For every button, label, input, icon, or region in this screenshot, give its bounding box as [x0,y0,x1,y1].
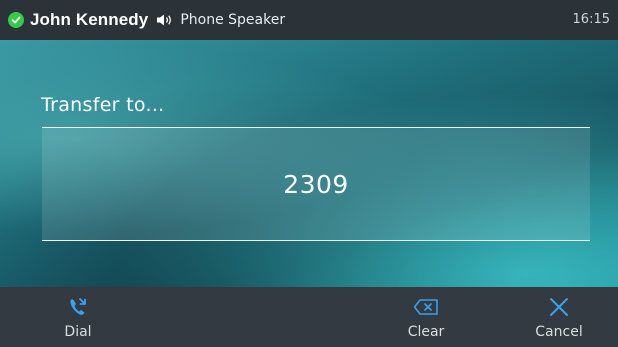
phone-screen: John Kennedy Phone Speaker 16:15 Transfe… [0,0,618,347]
check-circle-icon [8,12,24,28]
caller-name: John Kennedy [30,10,149,29]
backspace-icon [413,294,439,320]
dial-label: Dial [64,324,92,340]
entered-number: 2309 [283,169,349,199]
speaker-icon [156,13,174,27]
call-status: John Kennedy Phone Speaker [8,0,285,40]
status-bar: John Kennedy Phone Speaker 16:15 [0,0,618,40]
dial-button[interactable]: Dial [50,287,106,347]
audio-mode-label: Phone Speaker [180,12,286,28]
transfer-prompt: Transfer to... [41,94,165,116]
close-icon [548,294,570,320]
transfer-panel: Transfer to... 2309 [0,40,618,287]
clear-label: Clear [407,324,445,340]
clock: 16:15 [572,12,610,27]
dial-phone-icon [67,294,89,320]
cancel-button[interactable]: Cancel [524,287,594,347]
number-input-field[interactable]: 2309 [42,127,590,241]
cancel-label: Cancel [535,324,583,340]
softkey-bar: Dial Clear Cancel [0,287,618,347]
clear-button[interactable]: Clear [398,287,454,347]
